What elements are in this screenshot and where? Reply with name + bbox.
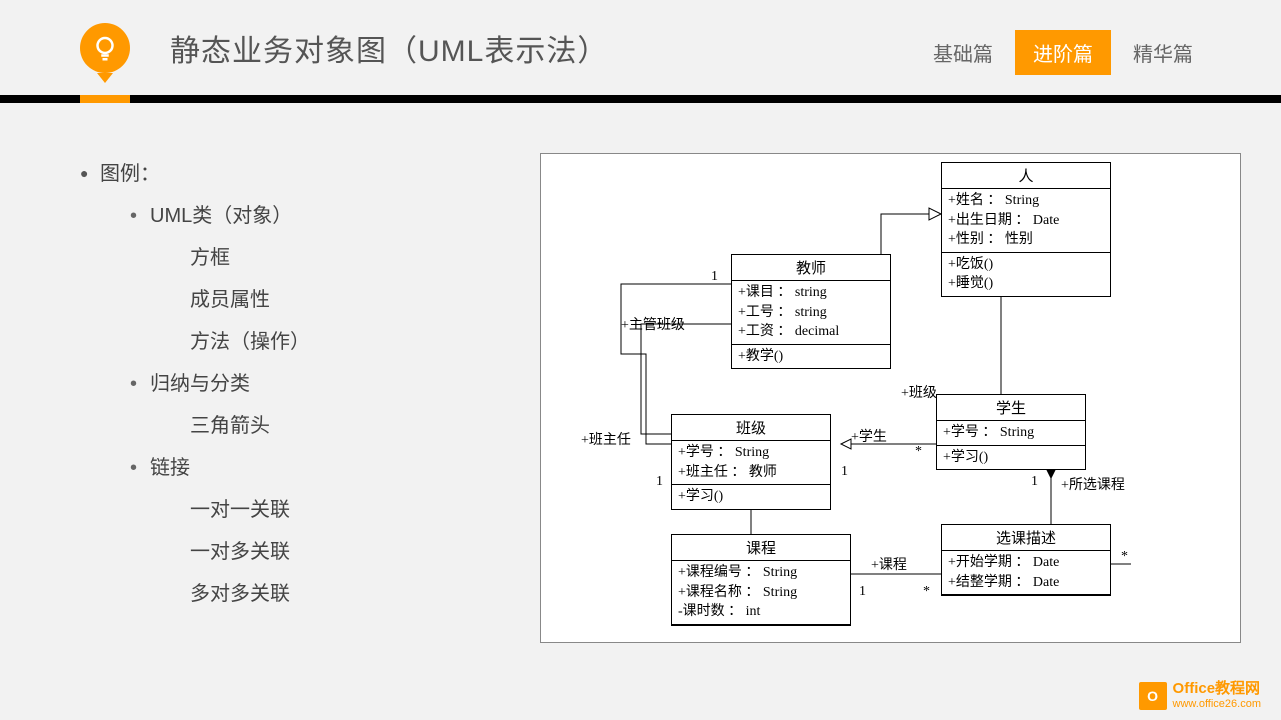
attr: -课时数 ： int xyxy=(678,602,844,622)
footer-watermark: O Office教程网 www.office26.com xyxy=(1139,681,1261,710)
attr: +性别 ： 性别 xyxy=(948,230,1104,250)
legend-sub: 一对多关联 xyxy=(80,531,520,573)
tabs: 基础篇 进阶篇 精华篇 xyxy=(915,30,1211,75)
class-attrs: +姓名 ： String +出生日期 ： Date +性别 ： 性别 xyxy=(942,189,1110,253)
divider-bar xyxy=(0,95,1281,103)
legend-sub: 三角箭头 xyxy=(80,405,520,447)
class-ops: +学习() xyxy=(937,446,1085,470)
uml-class-banji: 班级 +学号 ： String +班主任 ： 教师 +学习() xyxy=(671,414,831,510)
assoc-label: +所选课程 xyxy=(1061,474,1125,494)
footer-title: Office教程网 xyxy=(1173,681,1261,698)
class-attrs: +学号 ： String xyxy=(937,421,1085,446)
class-name: 班级 xyxy=(672,415,830,441)
legend-sub: 成员属性 xyxy=(80,279,520,321)
content: 图例： UML类（对象） 方框 成员属性 方法（操作） 归纳与分类 三角箭头 链… xyxy=(0,103,1281,683)
tab-basic[interactable]: 基础篇 xyxy=(915,30,1011,75)
class-attrs: +课程编号 ： String +课程名称 ： String -课时数 ： int xyxy=(672,561,850,625)
bulb-icon xyxy=(80,23,130,73)
divider-accent xyxy=(80,95,130,103)
mult-label: 1 xyxy=(711,269,718,285)
legend-item: 链接 xyxy=(80,447,520,489)
uml-class-course: 课程 +课程编号 ： String +课程名称 ： String -课时数 ： … xyxy=(671,534,851,626)
bulb-icon-wrap xyxy=(80,0,130,95)
class-attrs: +开始学期 ： Date +结整学期 ： Date xyxy=(942,551,1110,595)
class-name: 人 xyxy=(942,163,1110,189)
class-attrs: +学号 ： String +班主任 ： 教师 xyxy=(672,441,830,485)
op: +学习() xyxy=(678,487,824,507)
assoc-label: +学生 xyxy=(851,426,887,446)
mult-label: 1 xyxy=(1031,474,1038,490)
uml-class-teacher: 教师 +课目 ： string +工号 ： string +工资 ： decim… xyxy=(731,254,891,369)
uml-class-student: 学生 +学号 ： String +学习() xyxy=(936,394,1086,470)
assoc-label: +课程 xyxy=(871,554,907,574)
attr: +结整学期 ： Date xyxy=(948,573,1104,593)
legend-title: 图例： xyxy=(80,153,520,195)
mult-label: 1 xyxy=(841,464,848,480)
tab-essence[interactable]: 精华篇 xyxy=(1115,30,1211,75)
class-attrs: +课目 ： string +工号 ： string +工资 ： decimal xyxy=(732,281,890,345)
attr: +课程编号 ： String xyxy=(678,563,844,583)
tab-advanced[interactable]: 进阶篇 xyxy=(1015,30,1111,75)
attr: +工资 ： decimal xyxy=(738,322,884,342)
op: +睡觉() xyxy=(948,274,1104,294)
legend-sub: 方法（操作） xyxy=(80,321,520,363)
legend-sub: 一对一关联 xyxy=(80,489,520,531)
header: 静态业务对象图（UML表示法） 基础篇 进阶篇 精华篇 xyxy=(0,0,1281,95)
attr: +学号 ： String xyxy=(678,443,824,463)
attr: +课目 ： string xyxy=(738,283,884,303)
op: +教学() xyxy=(738,347,884,367)
class-name: 课程 xyxy=(672,535,850,561)
class-name: 选课描述 xyxy=(942,525,1110,551)
page-title: 静态业务对象图（UML表示法） xyxy=(170,26,608,70)
uml-class-person: 人 +姓名 ： String +出生日期 ： Date +性别 ： 性别 +吃饭… xyxy=(941,162,1111,297)
op: +学习() xyxy=(943,448,1079,468)
legend-item: UML类（对象） xyxy=(80,195,520,237)
class-name: 教师 xyxy=(732,255,890,281)
class-ops: +教学() xyxy=(732,345,890,369)
legend: 图例： UML类（对象） 方框 成员属性 方法（操作） 归纳与分类 三角箭头 链… xyxy=(80,153,520,663)
mult-label: * xyxy=(923,584,930,600)
mult-label: * xyxy=(1121,549,1128,565)
assoc-label: +主管班级 xyxy=(621,314,685,334)
uml-diagram: 人 +姓名 ： String +出生日期 ： Date +性别 ： 性别 +吃饭… xyxy=(540,153,1241,643)
legend-sub: 多对多关联 xyxy=(80,573,520,615)
office-icon: O xyxy=(1139,682,1167,710)
attr: +姓名 ： String xyxy=(948,191,1104,211)
attr: +课程名称 ： String xyxy=(678,583,844,603)
legend-item: 归纳与分类 xyxy=(80,363,520,405)
class-name: 学生 xyxy=(937,395,1085,421)
class-ops: +吃饭() +睡觉() xyxy=(942,253,1110,296)
footer-url: www.office26.com xyxy=(1173,698,1261,710)
legend-sub: 方框 xyxy=(80,237,520,279)
mult-label: 1 xyxy=(656,474,663,490)
op: +吃饭() xyxy=(948,255,1104,275)
uml-class-enroll: 选课描述 +开始学期 ： Date +结整学期 ： Date xyxy=(941,524,1111,596)
attr: +开始学期 ： Date xyxy=(948,553,1104,573)
attr: +学号 ： String xyxy=(943,423,1079,443)
attr: +班主任 ： 教师 xyxy=(678,463,824,483)
mult-label: 1 xyxy=(859,584,866,600)
assoc-label: +班主任 xyxy=(581,429,631,449)
attr: +工号 ： string xyxy=(738,303,884,323)
assoc-label: +班级 xyxy=(901,382,937,402)
attr: +出生日期 ： Date xyxy=(948,211,1104,231)
class-ops: +学习() xyxy=(672,485,830,509)
mult-label: * xyxy=(915,444,922,460)
